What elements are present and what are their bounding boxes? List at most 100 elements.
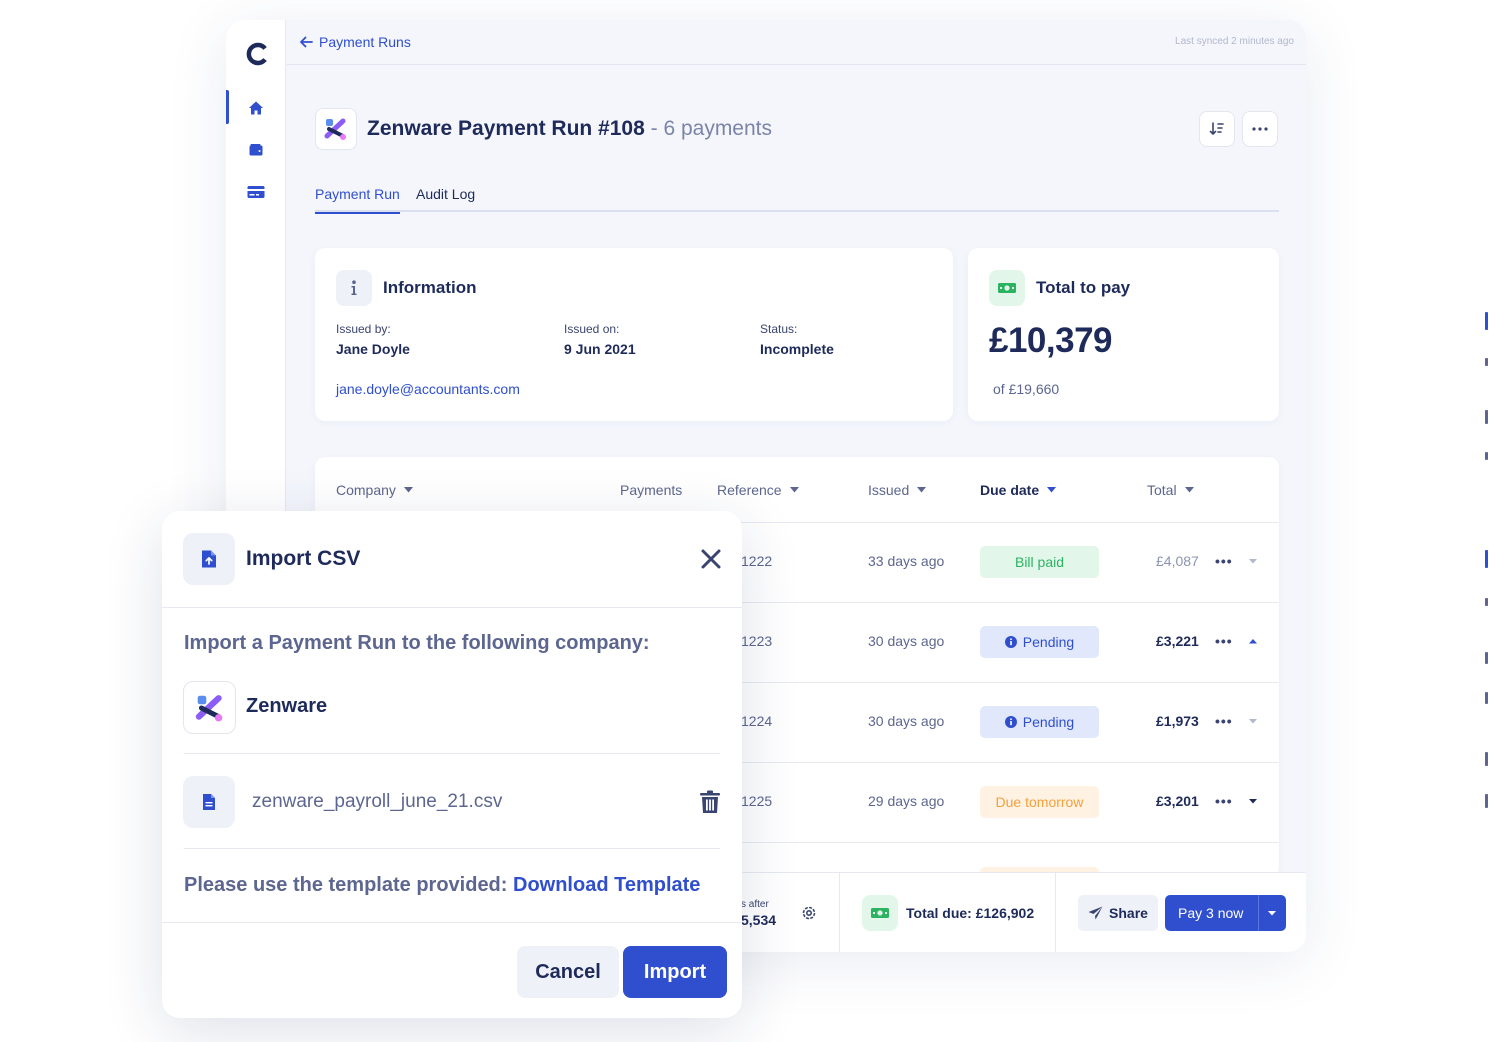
more-options-button[interactable] (1242, 111, 1278, 147)
total-to-pay-amount: £10,379 (989, 321, 1113, 360)
modal-footer: Cancel Import (162, 922, 742, 1018)
tab-payment-run[interactable]: Payment Run (315, 186, 400, 214)
chevron-up-icon[interactable] (1247, 635, 1259, 647)
company-logo (315, 108, 357, 150)
close-icon[interactable] (700, 548, 722, 570)
column-header-reference[interactable]: Reference (717, 482, 799, 498)
row-menu-button[interactable]: ••• (1215, 633, 1233, 649)
share-button[interactable]: Share (1078, 895, 1158, 931)
banknote-icon (998, 283, 1016, 293)
row-issued: 33 days ago (868, 553, 945, 569)
tab-audit-log[interactable]: Audit Log (416, 186, 475, 212)
footer-after-value: 5,534 (741, 912, 777, 928)
modal-divider (184, 753, 720, 754)
row-total: £3,201 (1156, 793, 1199, 809)
arrow-left-icon (300, 36, 313, 48)
issued-on-value: 9 Jun 2021 (564, 341, 636, 357)
issuer-email-link[interactable]: jane.doyle@accountants.com (336, 381, 520, 397)
total-due-text: Total due: £126,902 (906, 905, 1035, 921)
background-fragment (1485, 692, 1488, 704)
background-fragment (1485, 550, 1488, 568)
issued-by-label: Issued by: (336, 322, 391, 336)
total-to-pay-title: Total to pay (1036, 278, 1131, 297)
info-circle-icon (1004, 636, 1017, 648)
info-circle-icon (1004, 716, 1017, 728)
row-menu-button[interactable]: ••• (1215, 553, 1233, 569)
row-total: £1,973 (1156, 713, 1199, 729)
background-fragment (1485, 410, 1488, 424)
row-reference: 1225 (741, 793, 773, 809)
row-reference: 1223 (741, 633, 773, 649)
chevron-down-icon[interactable] (1247, 795, 1259, 807)
row-issued: 30 days ago (868, 713, 945, 729)
chevron-down-icon[interactable] (1247, 555, 1259, 567)
row-issued: 29 days ago (868, 793, 945, 809)
information-title: Information (383, 278, 477, 297)
trash-icon[interactable] (699, 790, 721, 814)
chevron-down-icon[interactable] (1247, 715, 1259, 727)
background-fragment (1485, 452, 1488, 460)
modal-header: Import CSV (162, 511, 742, 608)
sort-button[interactable] (1199, 111, 1235, 147)
banknote-icon (871, 908, 889, 918)
row-issued: 30 days ago (868, 633, 945, 649)
file-icon-box (183, 776, 235, 828)
row-reference: 1224 (741, 713, 773, 729)
money-icon-box (862, 895, 898, 931)
import-prompt: Import a Payment Run to the following co… (184, 632, 650, 654)
back-to-payment-runs-link[interactable]: Payment Runs (299, 34, 411, 50)
caret-down-icon[interactable] (1266, 907, 1278, 919)
selected-file-name: zenware_payroll_june_21.csv (252, 791, 503, 812)
row-menu-button[interactable]: ••• (1215, 713, 1233, 729)
cancel-button[interactable]: Cancel (517, 946, 619, 998)
file-icon (203, 794, 215, 810)
back-link-label: Payment Runs (319, 34, 411, 50)
status-badge-paid: Bill paid (980, 546, 1099, 578)
sidebar-item-wallet[interactable] (244, 138, 268, 162)
sidebar-item-cards[interactable] (244, 180, 268, 204)
column-header-total[interactable]: Total (1147, 482, 1194, 498)
zenware-logo-icon (195, 694, 222, 722)
background-fragment (1485, 652, 1488, 664)
footer-after-label: s after (741, 899, 769, 910)
row-menu-button[interactable]: ••• (1215, 793, 1233, 809)
split-divider (1258, 895, 1259, 931)
column-header-due-date[interactable]: Due date (980, 482, 1057, 498)
caret-down-icon (403, 487, 413, 493)
zenware-logo-icon (324, 118, 346, 140)
modal-title: Import CSV (246, 547, 361, 570)
modal-divider (184, 848, 720, 849)
import-csv-modal: Import CSV Import a Payment Run to the f… (162, 511, 742, 1018)
page-subtitle: - 6 payments (644, 117, 773, 140)
caret-down-icon (1047, 487, 1057, 493)
nav-active-indicator (226, 90, 229, 124)
sort-icon (1209, 122, 1224, 136)
caret-down-icon (1184, 487, 1194, 493)
more-horizontal-icon (1252, 127, 1268, 131)
info-icon (351, 280, 357, 295)
pay-now-button[interactable]: Pay 3 now (1165, 895, 1286, 931)
app-logo-icon[interactable] (246, 42, 270, 66)
page-header: Zenware Payment Run #108 - 6 payments (315, 108, 772, 150)
wallet-icon (249, 144, 263, 156)
row-total: £4,087 (1156, 553, 1199, 569)
home-icon (249, 101, 263, 115)
download-template-link[interactable]: Download Template (513, 874, 700, 896)
sidebar-item-home[interactable] (244, 96, 268, 120)
background-fragment (1485, 312, 1488, 330)
issued-on-label: Issued on: (564, 322, 620, 336)
column-header-issued[interactable]: Issued (868, 482, 927, 498)
import-button[interactable]: Import (623, 946, 727, 998)
settings-gear-icon[interactable] (800, 904, 818, 922)
background-fragment (1485, 598, 1488, 606)
column-header-payments[interactable]: Payments (620, 482, 682, 498)
status-label: Status: (760, 322, 798, 336)
status-badge-due: Due tomorrow (980, 786, 1099, 818)
background-fragment (1485, 358, 1488, 366)
info-icon-box (336, 270, 372, 306)
last-synced-text: Last synced 2 minutes ago (1175, 36, 1294, 47)
footer-divider (1055, 873, 1056, 952)
column-header-company[interactable]: Company (336, 482, 413, 498)
selected-company-name: Zenware (246, 695, 328, 717)
money-icon-box (989, 270, 1025, 306)
